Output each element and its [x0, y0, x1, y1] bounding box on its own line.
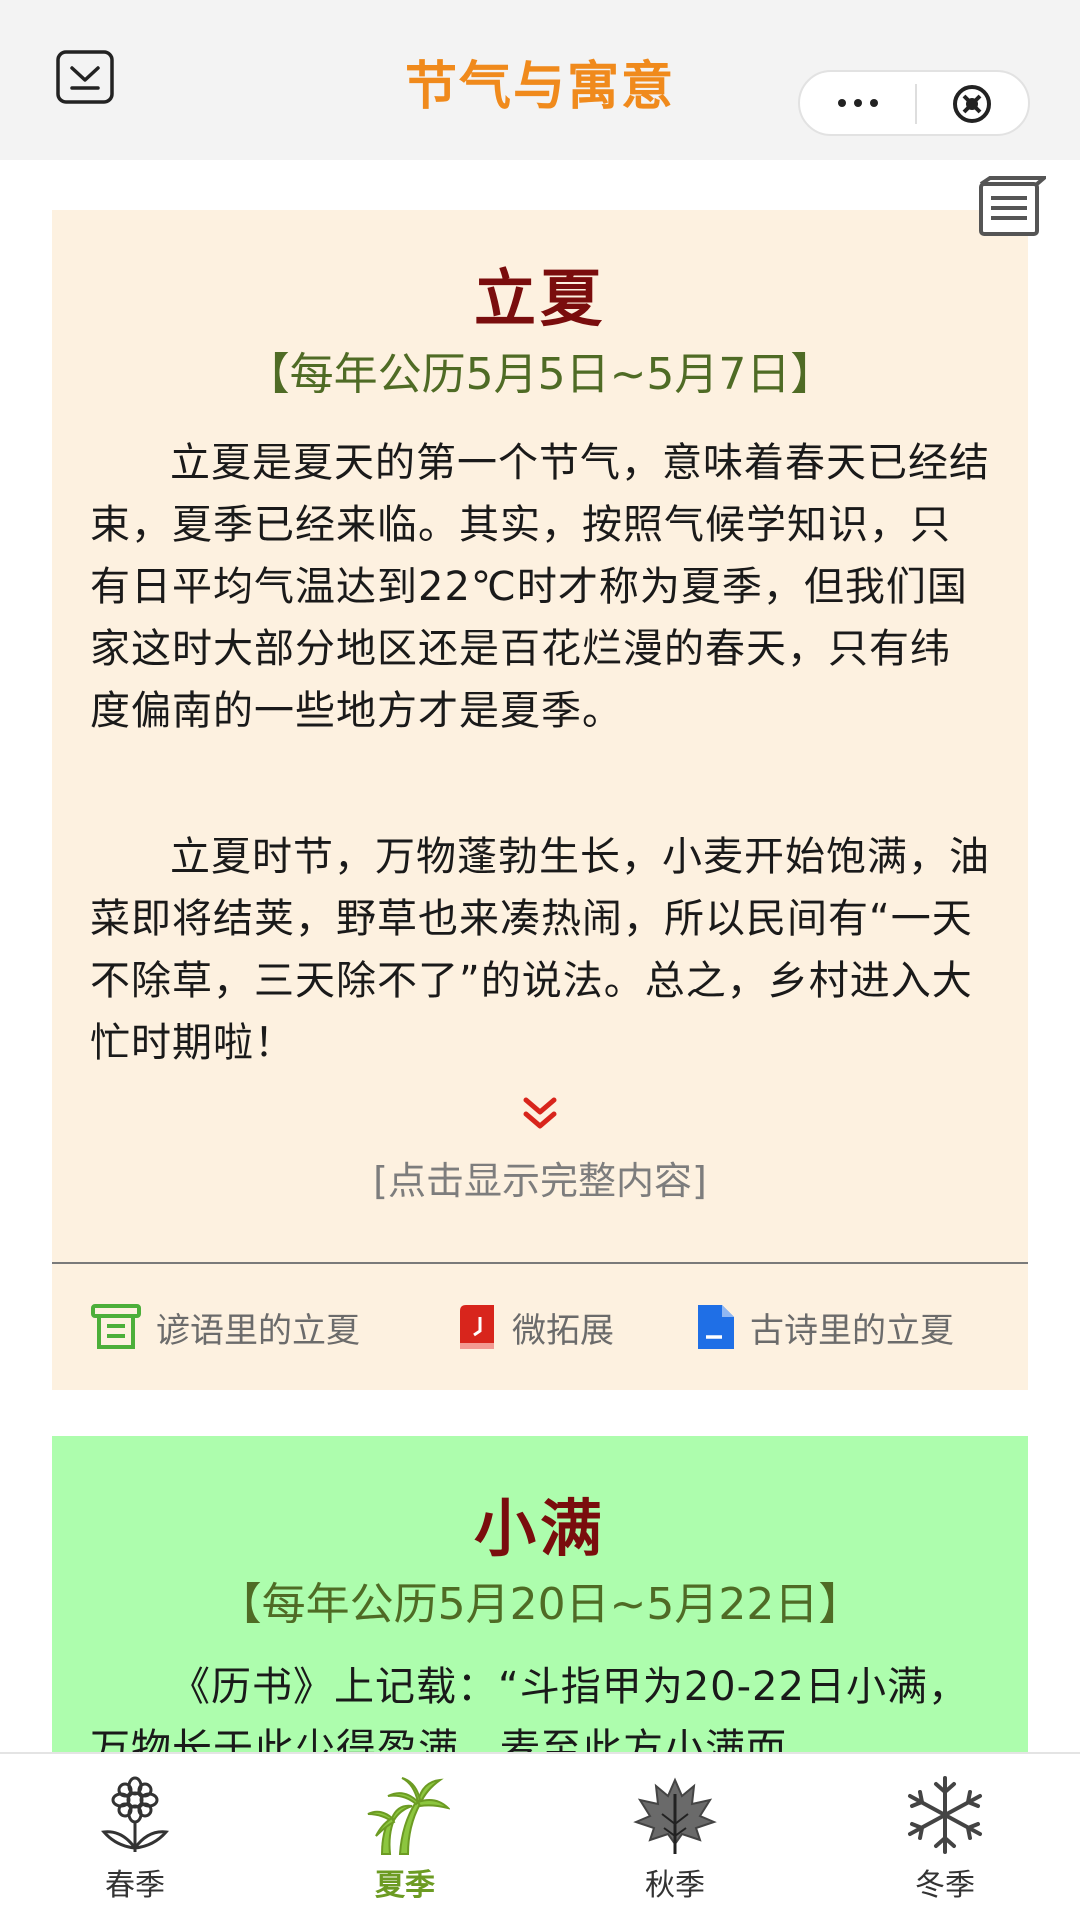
- bottom-nav: 春季 夏季 秋季 冬季: [0, 1752, 1080, 1920]
- nav-label: 秋季: [645, 1868, 705, 1903]
- app-header: 节气与寓意: [0, 0, 1080, 160]
- card-date: 【每年公历5月20日~5月22日】: [217, 1579, 863, 1630]
- page: 节气与寓意 立夏 【每年公历5月5日~5月7日】 立夏是夏天的第一个节气，意味着…: [0, 0, 1080, 1920]
- document-icon: [698, 1305, 734, 1349]
- nav-item-summer[interactable]: 夏季: [305, 1774, 505, 1914]
- snowflake-icon: [908, 1776, 982, 1854]
- card-paragraph: 立夏是夏天的第一个节气，意味着春天已经结束，夏季已经来临。其实，按照气候学知识，…: [90, 440, 990, 734]
- poem-link-label: 古诗里的立夏: [750, 1310, 954, 1351]
- proverb-link[interactable]: 谚语里的立夏: [90, 1302, 360, 1352]
- nav-label: 夏季: [375, 1868, 435, 1903]
- card-links: 谚语里的立夏 微拓展 古诗里的立夏: [52, 1264, 1028, 1390]
- extension-link-label: 微拓展: [512, 1310, 614, 1351]
- nav-item-spring[interactable]: 春季: [35, 1774, 235, 1914]
- book-icon: [460, 1305, 494, 1349]
- card-title: 立夏: [473, 262, 606, 335]
- nav-label: 春季: [105, 1868, 165, 1903]
- card-date: 【每年公历5月5日~5月7日】: [245, 349, 835, 400]
- poem-link[interactable]: 古诗里的立夏: [694, 1302, 954, 1352]
- dot-icon: [853, 99, 862, 107]
- flower-icon: [101, 1776, 169, 1852]
- close-icon[interactable]: [948, 82, 996, 126]
- extension-link[interactable]: 微拓展: [454, 1302, 614, 1352]
- expand-content-link[interactable]: [点击显示完整内容]: [52, 1150, 1028, 1205]
- card-paragraph: 立夏时节，万物蓬勃生长，小麦开始饱满，油菜即将结荚，野草也来凑热闹，所以民间有“…: [90, 834, 990, 1066]
- solar-term-card-xiaoman: 小满 【每年公历5月20日~5月22日】 《历书》上记载：“斗指甲为20-22日…: [52, 1436, 1028, 1772]
- dot-icon: [837, 99, 846, 107]
- nav-item-autumn[interactable]: 秋季: [575, 1774, 775, 1914]
- palm-tree-icon: [367, 1777, 450, 1855]
- proverb-link-label: 谚语里的立夏: [156, 1310, 360, 1351]
- card-title: 小满: [473, 1492, 606, 1565]
- miniapp-capsule: [798, 70, 1030, 136]
- nav-item-winter[interactable]: 冬季: [845, 1774, 1045, 1914]
- capsule-divider: [915, 84, 917, 124]
- list-icon[interactable]: [978, 176, 1046, 238]
- more-button[interactable]: [800, 72, 915, 134]
- leaf-icon: [633, 1777, 717, 1854]
- chevron-down-icon[interactable]: [522, 1094, 558, 1134]
- nav-label: 冬季: [915, 1868, 975, 1903]
- dot-icon: [869, 99, 878, 107]
- scroll-icon: [91, 1304, 141, 1349]
- solar-term-card-lixia: 立夏 【每年公历5月5日~5月7日】 立夏是夏天的第一个节气，意味着春天已经结束…: [52, 210, 1028, 1390]
